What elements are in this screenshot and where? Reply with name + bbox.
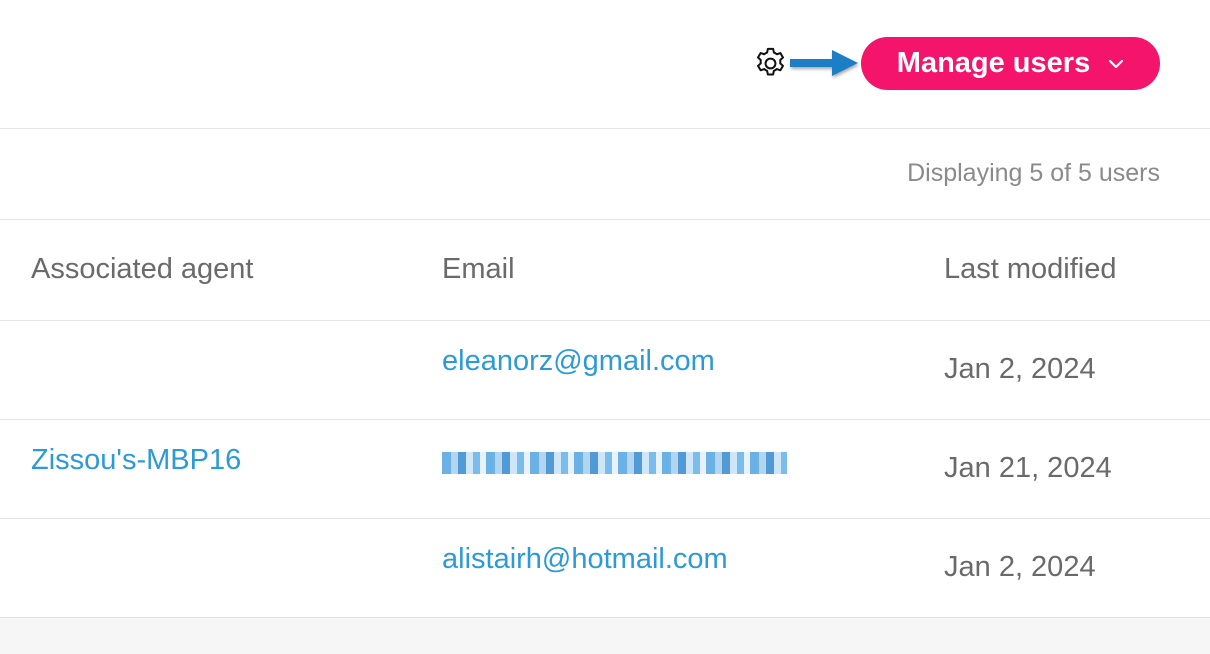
column-header-email[interactable]: Email (442, 253, 515, 286)
column-header-last-modified[interactable]: Last modified (944, 253, 1117, 286)
email-link[interactable]: eleanorz@gmail.com (442, 345, 715, 378)
last-modified-date: Jan 2, 2024 (944, 353, 1096, 385)
table-footer-band (0, 618, 1210, 654)
table-row[interactable]: eleanorz@gmail.com Jan 2, 2024 (0, 321, 1210, 420)
user-count-text: Displaying 5 of 5 users (907, 159, 1160, 187)
last-modified-date: Jan 21, 2024 (944, 452, 1112, 484)
last-modified-date: Jan 2, 2024 (944, 551, 1096, 583)
user-management-page: Manage users Displaying 5 of 5 users Ass… (0, 0, 1210, 654)
user-count-strip: Displaying 5 of 5 users (0, 129, 1210, 220)
table-header-row: Associated agent Email Last modified (0, 220, 1210, 321)
redacted-email[interactable] (442, 452, 787, 474)
column-header-associated-agent[interactable]: Associated agent (31, 253, 253, 286)
manage-users-label: Manage users (896, 47, 1091, 79)
manage-users-button[interactable]: Manage users (861, 37, 1160, 90)
arrow-annotation (790, 50, 858, 76)
gear-icon[interactable] (752, 45, 789, 82)
table-row[interactable]: Zissou's-MBP16 Jan 21, 2024 (0, 420, 1210, 519)
chevron-down-icon (1109, 59, 1124, 68)
email-link[interactable]: alistairh@hotmail.com (442, 543, 728, 576)
table-row[interactable]: alistairh@hotmail.com Jan 2, 2024 (0, 519, 1210, 618)
toolbar: Manage users (0, 0, 1210, 129)
agent-link[interactable]: Zissou's-MBP16 (31, 444, 241, 477)
users-table: Associated agent Email Last modified ele… (0, 220, 1210, 618)
